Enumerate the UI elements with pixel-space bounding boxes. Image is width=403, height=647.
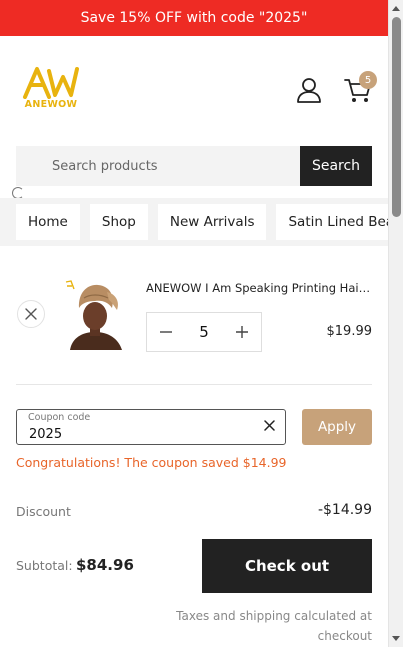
cart-count-badge: 5 (359, 71, 377, 89)
store-logo[interactable]: ANEWOW (22, 65, 80, 111)
account-button[interactable] (296, 77, 322, 103)
announcement-text: Save 15% OFF with code "2025" (80, 10, 308, 26)
scroll-up-icon[interactable] (392, 6, 400, 11)
product-image[interactable] (62, 280, 128, 350)
increase-quantity-button[interactable] (223, 313, 261, 351)
search-bar: Search (16, 146, 372, 186)
subtotal-value: $84.96 (76, 556, 134, 574)
clear-coupon-button[interactable] (264, 419, 275, 435)
discount-value: -$14.99 (317, 502, 372, 518)
coupon-success-message: Congratulations! The coupon saved $14.99 (16, 455, 287, 470)
close-icon (25, 308, 37, 320)
subtotal-label: Subtotal: (16, 558, 73, 573)
user-icon (297, 78, 321, 103)
nav-item-satin-lined-beanies[interactable]: Satin Lined Beanies (276, 204, 388, 240)
scrollbar-thumb[interactable] (392, 17, 401, 217)
scroll-down-icon[interactable] (392, 636, 400, 641)
coupon-input[interactable]: 2025 (29, 427, 62, 442)
quantity-value[interactable]: 5 (199, 323, 209, 341)
checkout-button[interactable]: Check out (202, 539, 372, 593)
product-photo-icon (65, 280, 122, 350)
tax-note: Taxes and shipping calculated at checkou… (176, 609, 372, 643)
coupon-label: Coupon code (28, 412, 91, 423)
logo-text: ANEWOW (24, 99, 78, 110)
close-icon (264, 420, 275, 431)
category-nav: Home Shop New Arrivals Satin Lined Beani… (0, 198, 388, 246)
product-title[interactable]: ANEWOW I Am Speaking Printing Hair B... (146, 281, 374, 295)
remove-item-button[interactable] (17, 300, 45, 328)
nav-item-home[interactable]: Home (16, 204, 80, 240)
divider (16, 384, 372, 385)
plus-icon (235, 326, 248, 338)
minus-icon (160, 331, 172, 333)
quantity-stepper: 5 (146, 312, 262, 352)
item-price: $19.99 (326, 324, 373, 339)
search-button[interactable]: Search (300, 146, 372, 186)
nav-item-new-arrivals[interactable]: New Arrivals (157, 204, 267, 240)
logo-mark-icon (23, 67, 79, 99)
nav-item-shop[interactable]: Shop (89, 204, 148, 240)
discount-label: Discount (16, 504, 71, 519)
search-input[interactable] (16, 146, 300, 186)
announcement-bar: Save 15% OFF with code "2025" (0, 0, 388, 36)
coupon-field[interactable]: Coupon code 2025 (16, 409, 286, 445)
scrollbar[interactable] (388, 0, 403, 647)
apply-coupon-button[interactable]: Apply (302, 409, 372, 445)
decrease-quantity-button[interactable] (147, 313, 185, 351)
